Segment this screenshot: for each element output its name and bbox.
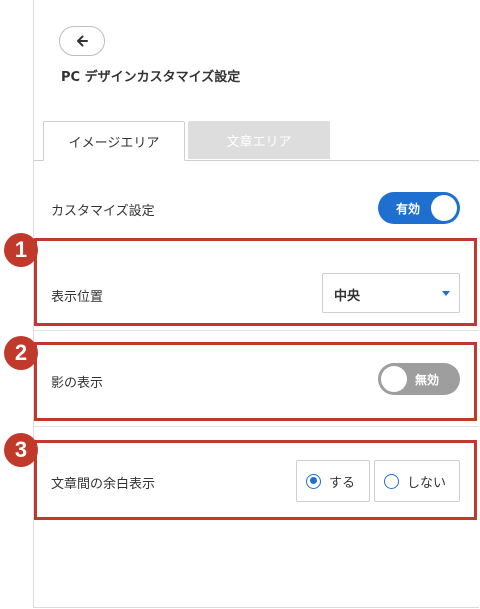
marker-3: 3 bbox=[4, 433, 38, 467]
highlight-box-3 bbox=[34, 440, 477, 520]
toggle-knob bbox=[431, 195, 457, 221]
divider bbox=[34, 330, 479, 331]
customize-toggle-text: 有効 bbox=[396, 201, 421, 216]
page-title: PC デザインカスタマイズ設定 bbox=[61, 70, 241, 85]
marker-1: 1 bbox=[4, 233, 38, 267]
tab-text-area[interactable]: 文章エリア bbox=[188, 121, 330, 159]
highlight-box-2 bbox=[34, 342, 477, 421]
customize-setting-label: カスタマイズ設定 bbox=[51, 204, 155, 219]
tab-image-area[interactable]: イメージエリア bbox=[43, 121, 185, 161]
divider bbox=[34, 426, 479, 427]
arrow-left-icon bbox=[77, 35, 88, 47]
marker-2: 2 bbox=[4, 336, 38, 370]
back-button[interactable] bbox=[59, 26, 105, 56]
highlight-box-1 bbox=[34, 238, 477, 326]
customize-toggle[interactable]: 有効 bbox=[378, 192, 460, 224]
